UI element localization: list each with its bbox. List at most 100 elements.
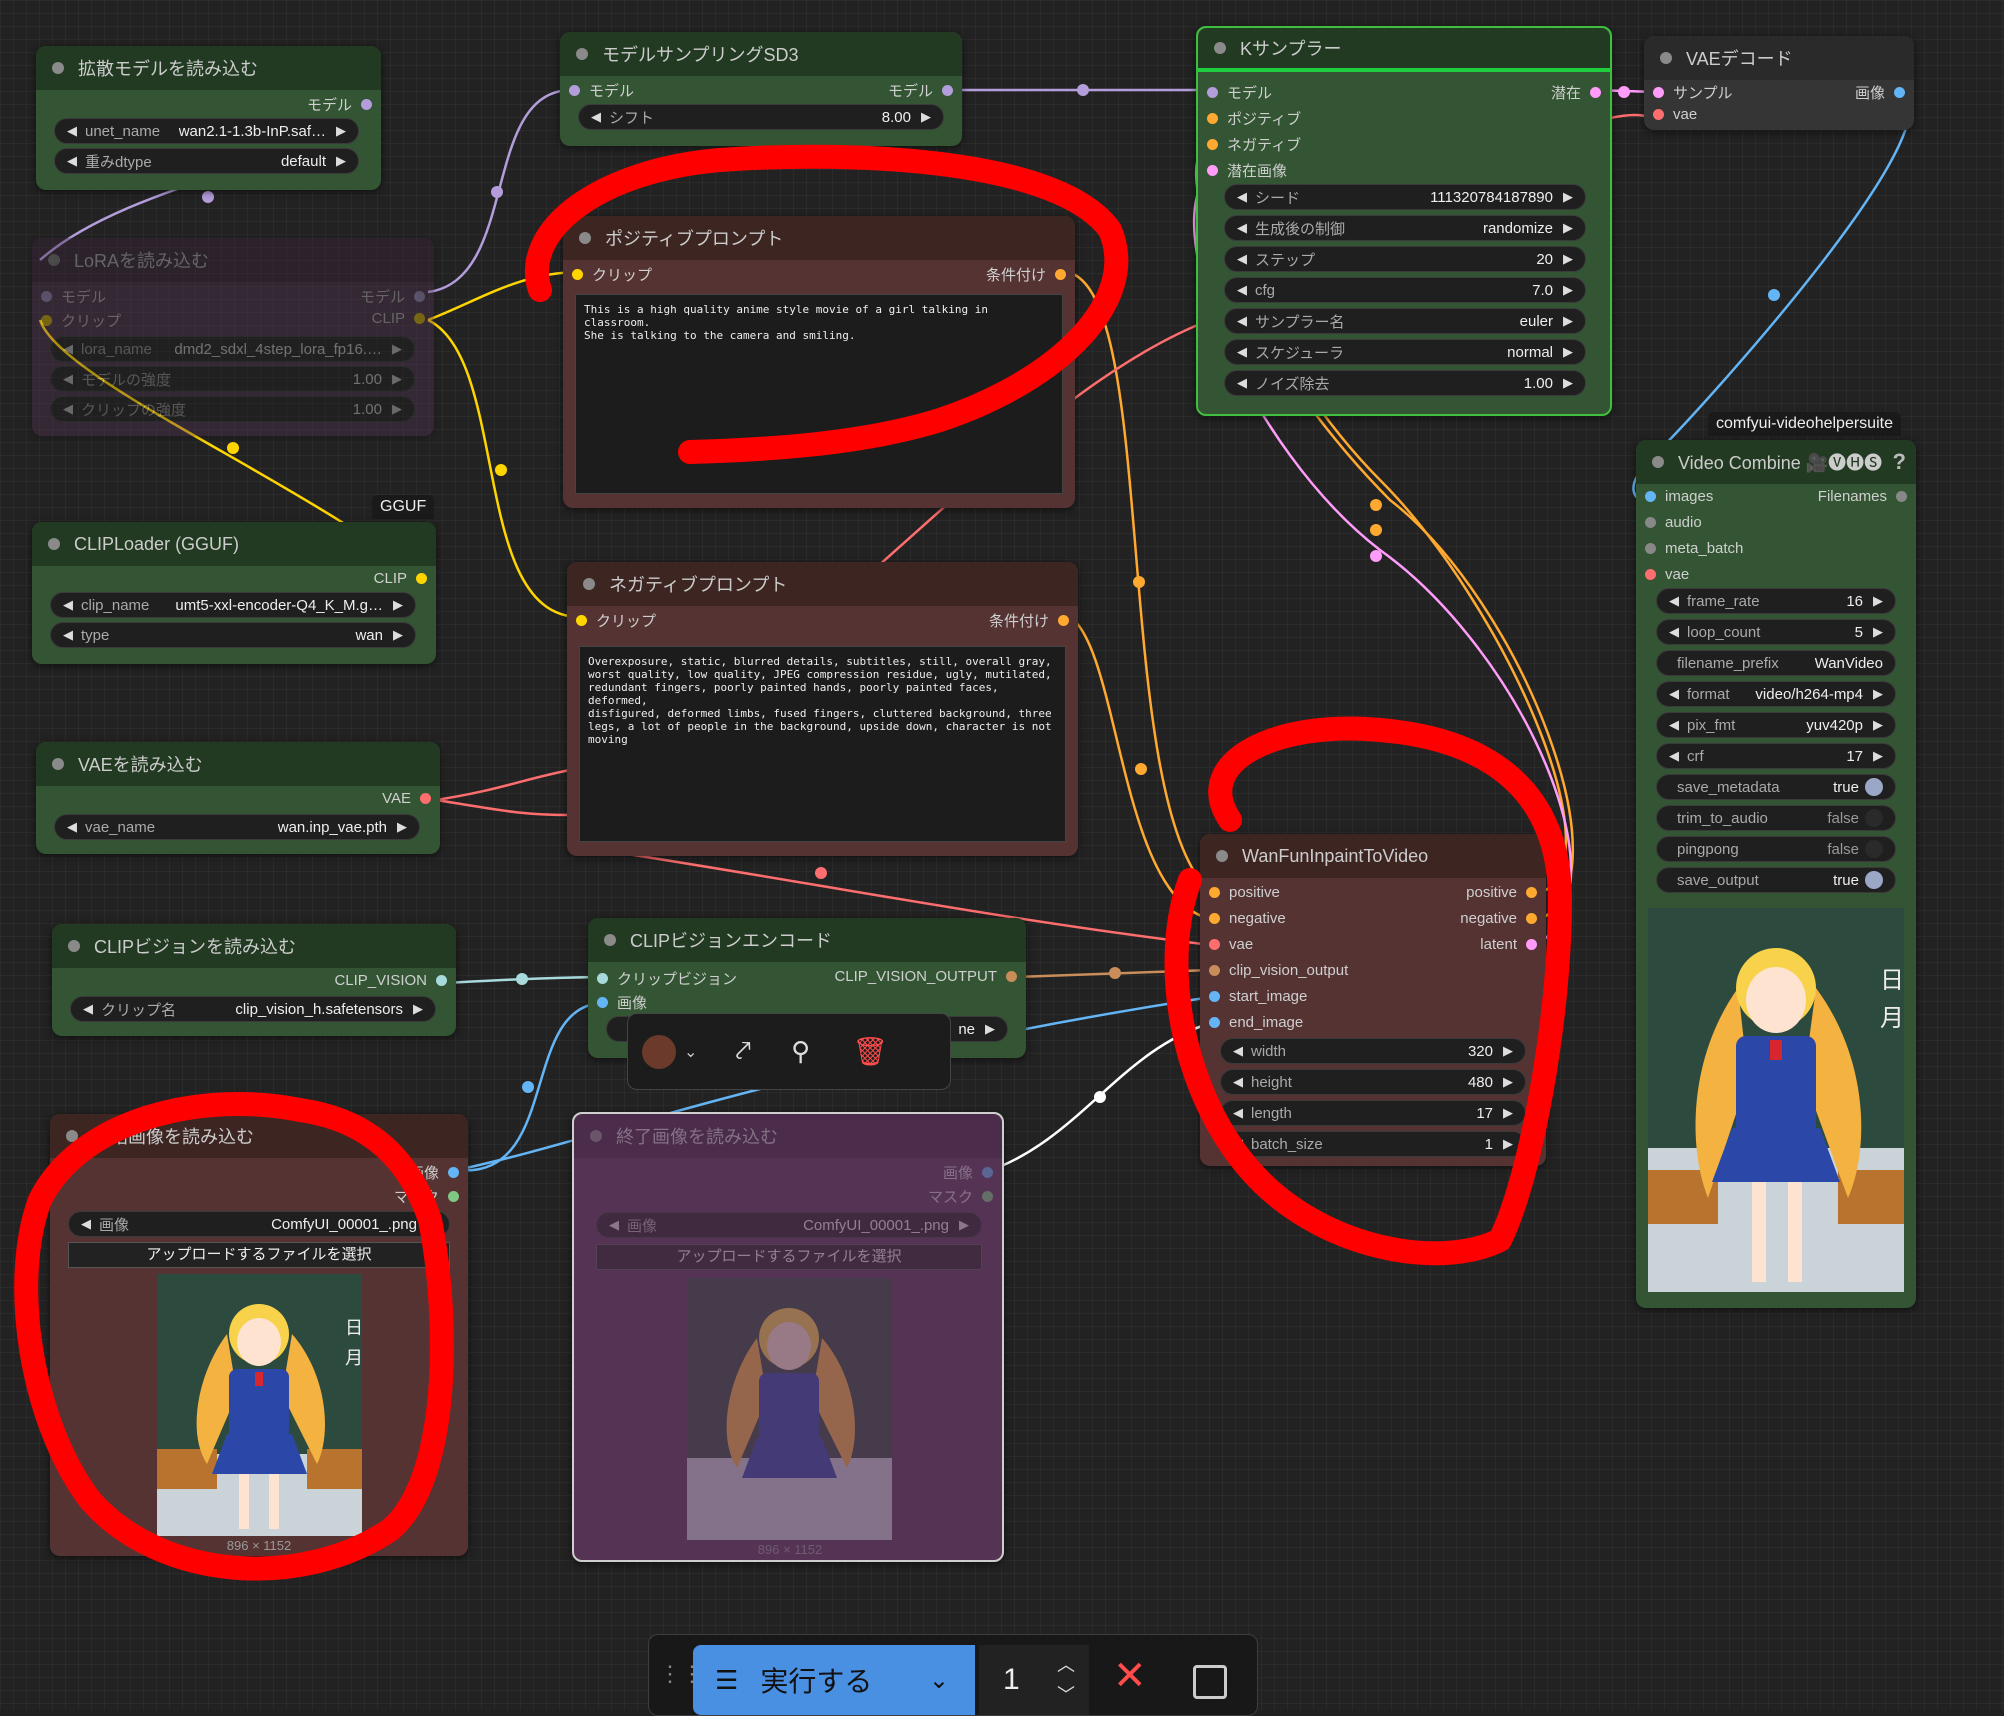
collapse-dot-icon[interactable] xyxy=(579,232,591,244)
widget-vae-name[interactable]: ◀ vae_name wan.inp_vae.pth ▶ xyxy=(54,814,420,840)
input-slot-audio[interactable]: audio xyxy=(1636,514,1702,531)
vae-pin-icon[interactable] xyxy=(1209,939,1220,950)
widget-width[interactable]: ◀ width 320 ▶ xyxy=(1220,1038,1526,1064)
widget-denoise[interactable]: ◀ ノイズ除去 1.00 ▶ xyxy=(1224,370,1586,396)
arrow-right-icon[interactable]: ▶ xyxy=(1873,686,1883,702)
widget-pix-fmt[interactable]: ◀ pix_fmt yuv420p ▶ xyxy=(1656,712,1896,738)
arrow-right-icon[interactable]: ▶ xyxy=(1563,189,1573,205)
trash-icon[interactable]: 🗑 xyxy=(852,1035,888,1068)
output-slot-vae[interactable]: VAE xyxy=(382,790,440,807)
arrow-left-icon[interactable]: ◀ xyxy=(63,401,73,417)
arrow-right-icon[interactable]: ▶ xyxy=(1503,1105,1513,1121)
widget-seed[interactable]: ◀ シード 111320784187890 ▶ xyxy=(1224,184,1586,210)
input-slot-positive[interactable]: ポジティブ xyxy=(1198,108,1301,129)
conditioning-pin-icon[interactable] xyxy=(1209,913,1220,924)
mask-pin-icon[interactable] xyxy=(448,1191,459,1202)
widget-sampler-name[interactable]: ◀ サンプラー名 euler ▶ xyxy=(1224,308,1586,334)
widget-length[interactable]: ◀ length 17 ▶ xyxy=(1220,1100,1526,1126)
cancel-x-icon[interactable]: ✕ xyxy=(1113,1653,1147,1699)
arrow-right-icon[interactable]: ▶ xyxy=(1563,251,1573,267)
node-negative-prompt[interactable]: ネガティブプロンプト クリップ 条件付け Overexposure, stati… xyxy=(567,562,1078,856)
arrow-left-icon[interactable]: ◀ xyxy=(1669,748,1679,764)
input-slot-end-image[interactable]: end_image xyxy=(1200,1014,1303,1031)
clip-vision-output-pin-icon[interactable] xyxy=(1209,965,1220,976)
node-load-vae[interactable]: VAEを読み込む VAE ◀ vae_name wan.inp_vae.pth ▶ xyxy=(36,742,440,854)
arrow-right-icon[interactable]: ▶ xyxy=(1563,220,1573,236)
arrow-right-icon[interactable]: ▶ xyxy=(1503,1074,1513,1090)
arrow-right-icon[interactable]: ▶ xyxy=(1563,282,1573,298)
input-slot-meta-batch[interactable]: meta_batch xyxy=(1636,540,1743,557)
arrow-left-icon[interactable]: ◀ xyxy=(1237,189,1247,205)
conditioning-pin-icon[interactable] xyxy=(1526,887,1537,898)
node-video-combine[interactable]: Video Combine 🎥🅥🅗🅢? images audio meta_ba… xyxy=(1636,440,1916,1308)
clip-pin-icon[interactable] xyxy=(576,615,587,626)
arrow-left-icon[interactable]: ◀ xyxy=(1233,1043,1243,1059)
node-title-bar[interactable]: 開始画像を読み込む xyxy=(50,1114,468,1158)
input-slot-clip[interactable]: クリップ xyxy=(563,264,652,285)
conditioning-pin-icon[interactable] xyxy=(1058,615,1069,626)
toggle-save-metadata[interactable]: save_metadata true xyxy=(1656,774,1896,800)
toggle-on-icon[interactable] xyxy=(1865,778,1883,796)
widget-steps[interactable]: ◀ ステップ 20 ▶ xyxy=(1224,246,1586,272)
arrow-right-icon[interactable]: ▶ xyxy=(1563,375,1573,391)
output-slot-negative[interactable]: negative xyxy=(1460,910,1546,927)
node-title-bar[interactable]: Kサンプラー xyxy=(1198,28,1610,72)
toggle-off-icon[interactable] xyxy=(1865,809,1883,827)
latent-pin-icon[interactable] xyxy=(1207,165,1218,176)
widget-clip-vision-name[interactable]: ◀ クリップ名 clip_vision_h.safetensors ▶ xyxy=(70,996,436,1022)
arrow-right-icon[interactable]: ▶ xyxy=(985,1021,995,1037)
collapse-dot-icon[interactable] xyxy=(52,62,64,74)
widget-weight-dtype[interactable]: ◀ 重みdtype default ▶ xyxy=(54,148,359,174)
arrow-right-icon[interactable]: ▶ xyxy=(1503,1136,1513,1152)
toggle-trim-to-audio[interactable]: trim_to_audio false xyxy=(1656,805,1896,831)
widget-height[interactable]: ◀ height 480 ▶ xyxy=(1220,1069,1526,1095)
model-pin-icon[interactable] xyxy=(1207,87,1218,98)
node-title-bar[interactable]: LoRAを読み込む xyxy=(32,238,434,282)
arrow-right-icon[interactable]: ▶ xyxy=(392,371,402,387)
chevron-down-icon[interactable]: ⌄ xyxy=(684,1042,697,1062)
model-pin-icon[interactable] xyxy=(41,291,52,302)
collapse-dot-icon[interactable] xyxy=(66,1130,78,1142)
arrow-right-icon[interactable]: ▶ xyxy=(397,819,407,835)
arrow-left-icon[interactable]: ◀ xyxy=(83,1001,93,1017)
upload-file-button[interactable]: アップロードするファイルを選択 xyxy=(596,1244,982,1270)
input-slot-images[interactable]: images xyxy=(1636,488,1713,505)
output-slot-latent[interactable]: 潜在 xyxy=(1551,82,1610,103)
collapse-dot-icon[interactable] xyxy=(68,940,80,952)
arrow-left-icon[interactable]: ◀ xyxy=(1237,282,1247,298)
collapse-dot-icon[interactable] xyxy=(52,758,64,770)
widget-clip-name[interactable]: ◀ clip_name umt5-xxl-encoder-Q4_K_M.g… ▶ xyxy=(50,592,416,618)
output-slot-conditioning[interactable]: 条件付け xyxy=(989,610,1078,631)
stepper-down-icon[interactable]: ﹀ xyxy=(1057,1681,1075,1707)
clip-vision-pin-icon[interactable] xyxy=(597,973,608,984)
arrow-right-icon[interactable]: ▶ xyxy=(1873,717,1883,733)
arrow-left-icon[interactable]: ◀ xyxy=(1237,344,1247,360)
meta-batch-pin-icon[interactable] xyxy=(1645,543,1656,554)
widget-batch-size[interactable]: ◀ batch_size 1 ▶ xyxy=(1220,1131,1526,1157)
image-pin-icon[interactable] xyxy=(1209,1017,1220,1028)
conditioning-pin-icon[interactable] xyxy=(1526,913,1537,924)
arrow-right-icon[interactable]: ▶ xyxy=(392,341,402,357)
toggle-save-output[interactable]: save_output true xyxy=(1656,867,1896,893)
node-model-sampling-sd3[interactable]: モデルサンプリングSD3 モデル モデル ◀ シフト 8.00 ▶ xyxy=(560,32,962,146)
output-slot-model[interactable]: モデル xyxy=(307,94,381,115)
arrow-right-icon[interactable]: ▶ xyxy=(1503,1043,1513,1059)
arrow-right-icon[interactable]: ▶ xyxy=(1873,624,1883,640)
clip-pin-icon[interactable] xyxy=(572,269,583,280)
widget-image-file[interactable]: ◀ 画像 ComfyUI_00001_.png ▶ xyxy=(68,1211,450,1237)
node-cliploader-gguf[interactable]: CLIPLoader (GGUF) CLIP ◀ clip_name umt5-xx… xyxy=(32,522,436,664)
collapse-dot-icon[interactable] xyxy=(48,538,60,550)
conditioning-pin-icon[interactable] xyxy=(1209,887,1220,898)
arrow-right-icon[interactable]: ▶ xyxy=(1873,748,1883,764)
output-slot-clip-vision[interactable]: CLIP_VISION xyxy=(334,972,456,989)
input-slot-clip-vision-output[interactable]: clip_vision_output xyxy=(1200,962,1348,979)
latent-pin-icon[interactable] xyxy=(1590,87,1601,98)
widget-unet-name[interactable]: ◀ unet_name wan2.1-1.3b-InP.saf… ▶ xyxy=(54,118,359,144)
widget-format[interactable]: ◀ format video/h264-mp4 ▶ xyxy=(1656,681,1896,707)
input-slot-image[interactable]: 画像 xyxy=(588,992,647,1013)
widget-shift[interactable]: ◀ シフト 8.00 ▶ xyxy=(578,104,944,130)
output-slot-mask[interactable]: マスク xyxy=(394,1186,468,1207)
arrow-left-icon[interactable]: ◀ xyxy=(67,153,77,169)
widget-control-after-generate[interactable]: ◀ 生成後の制御 randomize ▶ xyxy=(1224,215,1586,241)
node-title-bar[interactable]: 終了画像を読み込む xyxy=(574,1114,1002,1158)
